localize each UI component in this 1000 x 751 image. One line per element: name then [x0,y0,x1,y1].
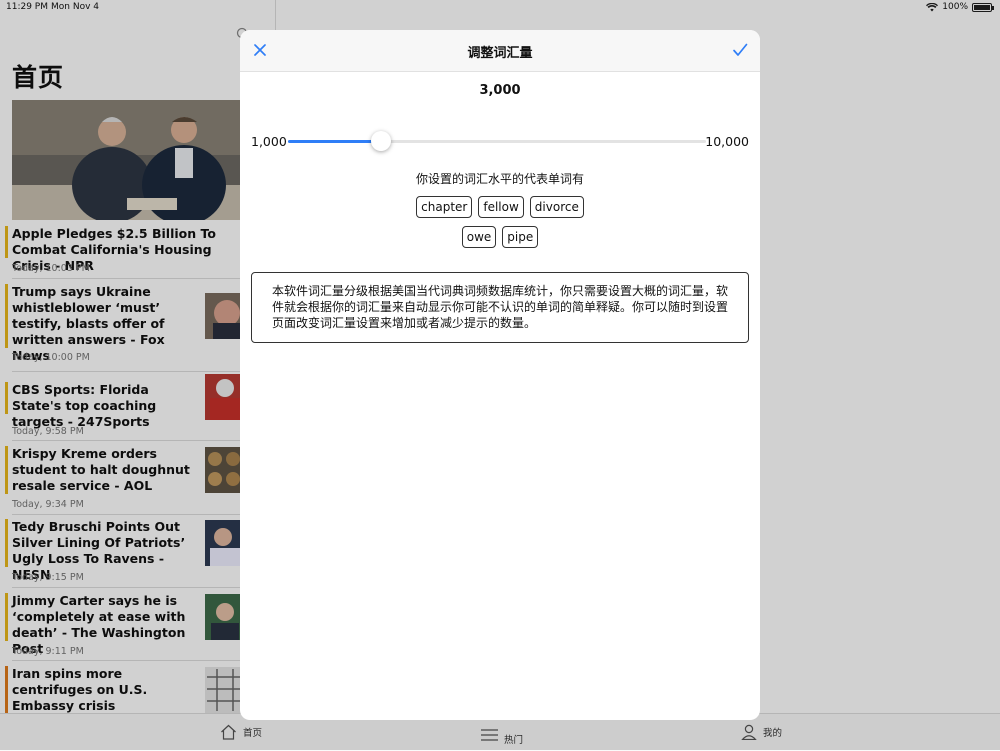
word-chip[interactable]: chapter [416,196,473,218]
info-text-box: 本软件词汇量分级根据美国当代词典词频数据库统计，你只需要设置大概的词汇量，软件就… [251,272,749,343]
word-chip[interactable]: pipe [502,226,539,248]
word-chips-row: owe pipe [240,226,760,248]
word-chip[interactable]: owe [461,226,497,248]
slider-thumb[interactable] [370,131,391,151]
slider-max-label: 10,000 [705,134,749,149]
vocabulary-modal: 调整词汇量 3,000 1,000 10,000 你设置的词汇水平的代表单词有 … [240,30,760,720]
slider-fill [288,140,381,143]
word-chip[interactable]: fellow [478,196,524,218]
slider-min-label: 1,000 [251,134,287,149]
vocabulary-value: 3,000 [479,83,521,98]
word-chip[interactable]: divorce [529,196,584,218]
word-chips-row: chapter fellow divorce [240,196,760,218]
checkmark-icon[interactable] [732,42,748,58]
modal-title: 调整词汇量 [467,46,533,61]
vocabulary-slider[interactable] [288,131,706,151]
modal-header: 调整词汇量 [240,30,760,72]
representative-words-label: 你设置的词汇水平的代表单词有 [415,172,584,186]
